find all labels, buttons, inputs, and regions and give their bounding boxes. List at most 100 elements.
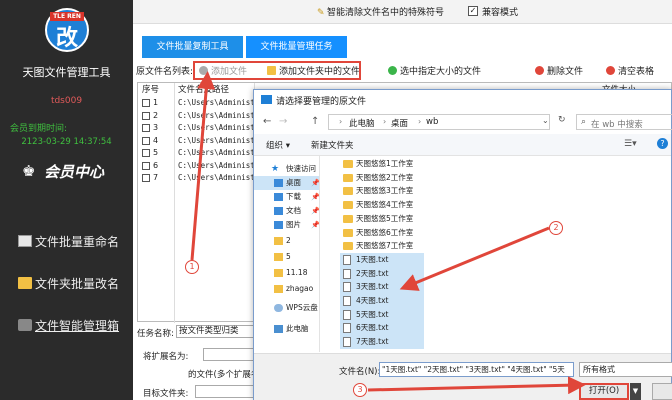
folder-item[interactable]: 天图悠悠1工作室 xyxy=(340,157,424,171)
forward-arrow-icon[interactable]: → xyxy=(279,116,287,127)
folder-icon xyxy=(343,187,353,196)
member-center-label: 会员中心 xyxy=(44,163,105,181)
logo-char: 改 xyxy=(55,25,78,51)
task-name-label: 任务名称: xyxy=(137,329,174,339)
row-checkbox[interactable] xyxy=(142,136,150,145)
file-item[interactable]: 5天图.txt xyxy=(340,307,424,322)
row-checkbox[interactable] xyxy=(142,174,150,182)
file-item[interactable]: 6天图.txt xyxy=(340,321,424,336)
file-item[interactable]: 7天图.txt xyxy=(340,335,424,350)
file-item[interactable]: 1天图.txt xyxy=(340,252,424,267)
tab-batch-manage[interactable]: 文件批量管理任务 xyxy=(246,36,347,58)
task-form: 任务名称: 按文件类型归类 将扩展名为: 的文件(多个扩展名 目标文件夹: xyxy=(133,322,266,400)
select-by-size-button[interactable]: 选中指定大小的文件 xyxy=(388,64,481,77)
item-name: 天图悠悠6工作室 xyxy=(356,227,414,237)
path-box[interactable]: › 此电脑 › 桌面 › wb xyxy=(328,114,550,130)
column-header-path: 文件名及路径 xyxy=(178,85,230,95)
breadcrumb-this-pc[interactable]: 此电脑 xyxy=(349,117,375,129)
nav-label: 文件批量重命名 xyxy=(35,235,120,249)
folder-item[interactable]: 天图悠悠6工作室 xyxy=(340,226,424,240)
view-options-icon[interactable]: ☰▾ xyxy=(624,139,637,149)
row-checkbox[interactable] xyxy=(142,99,150,107)
picture-icon xyxy=(274,221,283,229)
delete-file-button[interactable]: 删除文件 xyxy=(535,64,583,77)
nav-pane-label: 文档 xyxy=(286,206,301,215)
download-icon xyxy=(274,193,283,201)
nav-pane-item[interactable]: 下载 📌 xyxy=(254,190,319,204)
folder-item[interactable]: 天图悠悠2工作室 xyxy=(340,171,424,185)
nav-folder-rename[interactable]: 文件夹批量改名 xyxy=(18,274,133,294)
open-button[interactable]: 打开(O) xyxy=(579,383,629,400)
folder-item[interactable]: 天图悠悠4工作室 xyxy=(340,198,424,212)
folder-icon xyxy=(274,237,283,245)
folder-item[interactable]: 天图悠悠7工作室 xyxy=(340,239,424,253)
nav-pane-item[interactable]: 2 xyxy=(254,234,319,248)
refresh-icon[interactable]: ↻ xyxy=(558,115,566,125)
filename-label: 文件名(N): xyxy=(339,367,381,377)
address-bar: ← → ↑ › 此电脑 › 桌面 › wb ⌄ ↻ ⌕ 在 wb 中搜索 xyxy=(254,112,672,132)
app-title: 天图文件管理工具 xyxy=(22,66,111,79)
clear-table-button[interactable]: 清空表格 xyxy=(606,64,654,77)
help-icon[interactable]: ? xyxy=(657,138,668,149)
nav-smart-manager[interactable]: 文件智能管理箱 xyxy=(18,316,133,336)
up-arrow-icon[interactable]: ↑ xyxy=(311,116,319,127)
chevron-right-icon: › xyxy=(383,117,387,126)
nav-pane-item[interactable]: 11.18 xyxy=(254,266,319,280)
extension-hint: 的文件(多个扩展名 xyxy=(188,370,260,380)
cancel-button[interactable] xyxy=(652,383,672,400)
organize-button[interactable]: 组织 ▾ xyxy=(266,139,290,151)
breadcrumb-desktop[interactable]: 桌面 xyxy=(391,117,408,129)
text-file-icon xyxy=(343,309,351,320)
text-file-icon xyxy=(343,323,351,334)
smart-clean-button[interactable]: ✎ 智能清除文件名中的特殊符号 xyxy=(317,5,444,18)
member-center-button[interactable]: ♚ 会员中心 xyxy=(22,160,122,184)
filename-input[interactable]: "1天图.txt" "2天图.txt" "3天图.txt" "4天图.txt" … xyxy=(379,362,574,377)
nav-file-rename[interactable]: 文件批量重命名 xyxy=(18,232,133,252)
row-number: 4 xyxy=(153,135,159,145)
nav-pane-label: 下载 xyxy=(286,192,301,201)
nav-pane-item[interactable]: 此电脑 xyxy=(254,322,319,336)
folder-item[interactable]: 天图悠悠3工作室 xyxy=(340,184,424,198)
nav-pane-item[interactable]: ★ 快速访问 xyxy=(254,162,319,176)
item-name: 4天图.txt xyxy=(356,296,389,305)
document-icon xyxy=(274,207,283,215)
new-folder-button[interactable]: 新建文件夹 xyxy=(311,139,354,151)
nav-pane-label: 5 xyxy=(286,252,291,261)
folder-icon xyxy=(274,253,283,261)
nav-pane-item[interactable]: 桌面 📌 xyxy=(254,176,319,190)
check-icon xyxy=(388,66,397,75)
chevron-down-icon[interactable]: ▼ xyxy=(630,383,641,400)
nav-pane-item[interactable]: WPS云盘 xyxy=(254,301,319,315)
nav-pane-item[interactable]: 图片 📌 xyxy=(254,218,320,232)
folder-icon xyxy=(343,173,353,182)
breadcrumb-wb[interactable]: wb xyxy=(426,117,438,127)
item-name: 2天图.txt xyxy=(356,268,389,278)
nav-pane-item[interactable]: zhagao xyxy=(254,282,319,296)
tab-batch-copy[interactable]: 文件批量复制工具 xyxy=(142,36,243,58)
file-item[interactable]: 4天图.txt xyxy=(340,294,424,308)
text-file-icon xyxy=(343,337,351,348)
compat-mode-checkbox[interactable]: ✓ xyxy=(468,6,478,16)
file-type-select[interactable]: 所有格式 xyxy=(579,362,672,377)
open-file-dialog: 请选择要管理的原文件 ← → ↑ › 此电脑 › 桌面 › wb ⌄ ↻ ⌕ 在… xyxy=(253,89,672,400)
row-path: C:\Users\Administra xyxy=(178,160,264,170)
folder-window-icon xyxy=(261,95,272,104)
folder-item[interactable]: 天图悠悠5工作室 xyxy=(340,212,424,226)
item-name: 3天图.txt xyxy=(356,282,389,292)
file-item[interactable]: 3天图.txt xyxy=(340,280,424,295)
row-checkbox[interactable] xyxy=(142,149,150,157)
clear-label: 清空表格 xyxy=(618,67,655,77)
row-checkbox[interactable] xyxy=(142,161,150,170)
nav-pane-item[interactable]: 5 xyxy=(254,250,319,264)
back-arrow-icon[interactable]: ← xyxy=(263,116,271,127)
row-checkbox[interactable] xyxy=(142,111,150,120)
nav-pane-item[interactable]: 文档 📌 xyxy=(254,204,319,218)
row-checkbox[interactable] xyxy=(142,124,150,132)
row-number: 1 xyxy=(153,98,159,107)
search-input[interactable]: ⌕ 在 wb 中搜索 xyxy=(576,114,672,130)
row-path: C:\Users\Administra xyxy=(178,98,264,107)
item-name: 天图悠悠2工作室 xyxy=(356,172,414,182)
file-item[interactable]: 2天图.txt xyxy=(340,266,424,281)
pin-icon: 📌 xyxy=(311,221,320,229)
chevron-down-icon[interactable]: ⌄ xyxy=(542,116,549,125)
